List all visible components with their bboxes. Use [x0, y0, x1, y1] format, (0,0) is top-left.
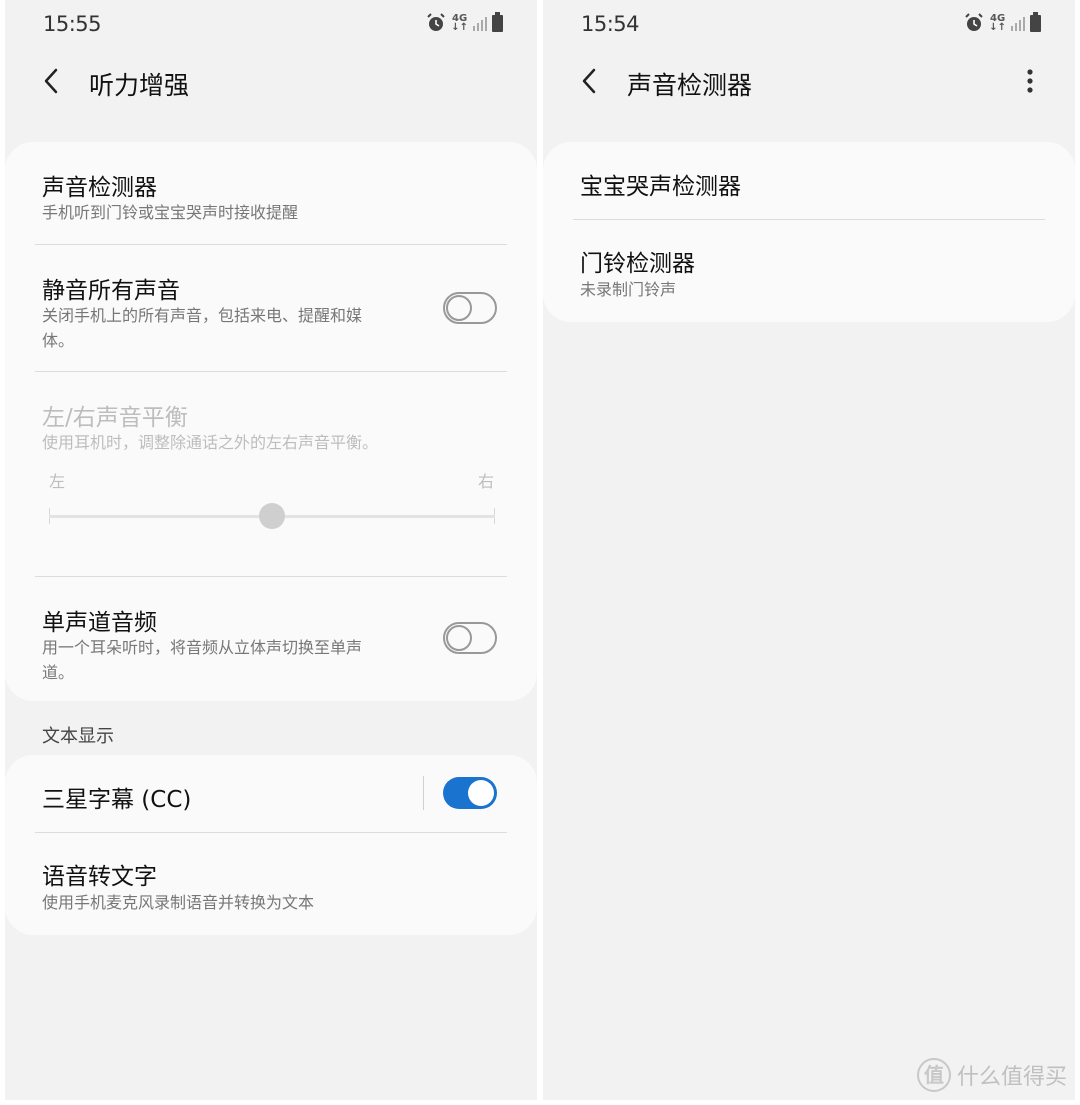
- more-options-icon[interactable]: [1015, 66, 1045, 96]
- back-arrow-icon[interactable]: [575, 66, 605, 96]
- list-item-mute-all-sounds[interactable]: 静音所有声音 关闭手机上的所有声音，包括来电、提醒和媒 体。: [5, 245, 537, 371]
- watermark: 值 什么值得买: [916, 1058, 1067, 1092]
- list-item-lr-balance: 左/右声音平衡 使用耳机时，调整除通话之外的左右声音平衡。 左 右: [5, 372, 537, 576]
- item-title: 宝宝哭声检测器: [580, 174, 741, 200]
- app-bar: 听力增强: [5, 52, 537, 112]
- network-icon: 4G ↓↑: [451, 13, 468, 33]
- page-title: 声音检测器: [627, 71, 753, 100]
- status-bar: 15:55 4G ↓↑: [5, 0, 537, 46]
- page-title: 听力增强: [89, 71, 190, 100]
- balance-slider-thumb[interactable]: [259, 503, 285, 529]
- item-title: 语音转文字: [42, 864, 157, 890]
- section-header-text-display: 文本显示: [42, 726, 114, 747]
- item-subtitle: 手机听到门铃或宝宝哭声时接收提醒: [42, 203, 299, 222]
- item-subtitle-line1: 用一个耳朵听时，将音频从立体声切换至单声: [42, 638, 363, 657]
- toggle-knob: [468, 780, 494, 806]
- right-screen: 15:54 4G ↓↑ 声音检测器 宝宝哭声检测器 门铃检测器 未录制门铃声 值…: [543, 0, 1075, 1100]
- item-title: 左/右声音平衡: [42, 405, 188, 431]
- item-subtitle: 使用手机麦克风录制语音并转换为文本: [42, 893, 315, 912]
- slider-right-label: 右: [477, 472, 494, 491]
- vertical-separator: [423, 776, 424, 810]
- item-subtitle-line1: 关闭手机上的所有声音，包括来电、提醒和媒: [42, 306, 363, 325]
- watermark-text: 什么值得买: [956, 1065, 1067, 1090]
- item-title: 单声道音频: [42, 610, 157, 636]
- item-subtitle-line2: 道。: [42, 663, 75, 682]
- mono-audio-toggle[interactable]: [443, 622, 497, 654]
- text-display-card: 三星字幕 (CC) 语音转文字 使用手机麦克风录制语音并转换为文本: [5, 755, 537, 935]
- list-item-baby-cry-detector[interactable]: 宝宝哭声检测器: [543, 142, 1075, 219]
- item-title: 三星字幕 (CC): [42, 787, 192, 813]
- list-item-speech-to-text[interactable]: 语音转文字 使用手机麦克风录制语音并转换为文本: [5, 833, 537, 935]
- toggle-knob: [446, 295, 472, 321]
- network-label: 4G: [452, 13, 468, 24]
- list-item-mono-audio[interactable]: 单声道音频 用一个耳朵听时，将音频从立体声切换至单声 道。: [5, 577, 537, 701]
- app-bar: 声音检测器: [543, 52, 1075, 112]
- item-title: 门铃检测器: [580, 251, 695, 277]
- status-bar: 15:54 4G ↓↑: [543, 0, 1075, 46]
- list-item-samsung-captions[interactable]: 三星字幕 (CC): [5, 755, 537, 832]
- item-subtitle-line2: 体。: [42, 331, 75, 350]
- signal-icon: [1011, 15, 1025, 31]
- signal-icon: [473, 15, 487, 31]
- watermark-logo-icon: 值: [916, 1058, 951, 1092]
- left-screen: 15:55 4G ↓↑ 听力增强 声音检测器 手机听到门铃或宝宝哭声时接收提醒 静…: [5, 0, 537, 1100]
- battery-icon: [492, 11, 503, 32]
- status-time: 15:54: [581, 12, 640, 36]
- mute-all-toggle[interactable]: [443, 292, 497, 324]
- status-icons: 4G ↓↑: [426, 11, 503, 33]
- list-item-sound-detectors[interactable]: 声音检测器 手机听到门铃或宝宝哭声时接收提醒: [5, 142, 537, 244]
- detectors-card: 宝宝哭声检测器 门铃检测器 未录制门铃声: [543, 142, 1075, 322]
- captions-toggle[interactable]: [443, 777, 497, 809]
- alarm-icon: [965, 13, 983, 31]
- slider-left-label: 左: [49, 472, 66, 491]
- back-arrow-icon[interactable]: [37, 66, 67, 96]
- network-label: 4G: [990, 13, 1006, 24]
- item-title: 静音所有声音: [42, 278, 180, 304]
- battery-icon: [1030, 11, 1041, 32]
- network-icon: 4G ↓↑: [989, 13, 1006, 33]
- hearing-settings-card: 声音检测器 手机听到门铃或宝宝哭声时接收提醒 静音所有声音 关闭手机上的所有声音…: [5, 142, 537, 701]
- item-subtitle: 使用耳机时，调整除通话之外的左右声音平衡。: [42, 433, 379, 452]
- item-title: 声音检测器: [42, 175, 157, 201]
- list-item-doorbell-detector[interactable]: 门铃检测器 未录制门铃声: [543, 220, 1075, 322]
- item-subtitle: 未录制门铃声: [580, 280, 677, 299]
- status-time: 15:55: [43, 12, 102, 36]
- status-icons: 4G ↓↑: [964, 11, 1041, 33]
- toggle-knob: [446, 625, 472, 651]
- alarm-icon: [427, 13, 445, 31]
